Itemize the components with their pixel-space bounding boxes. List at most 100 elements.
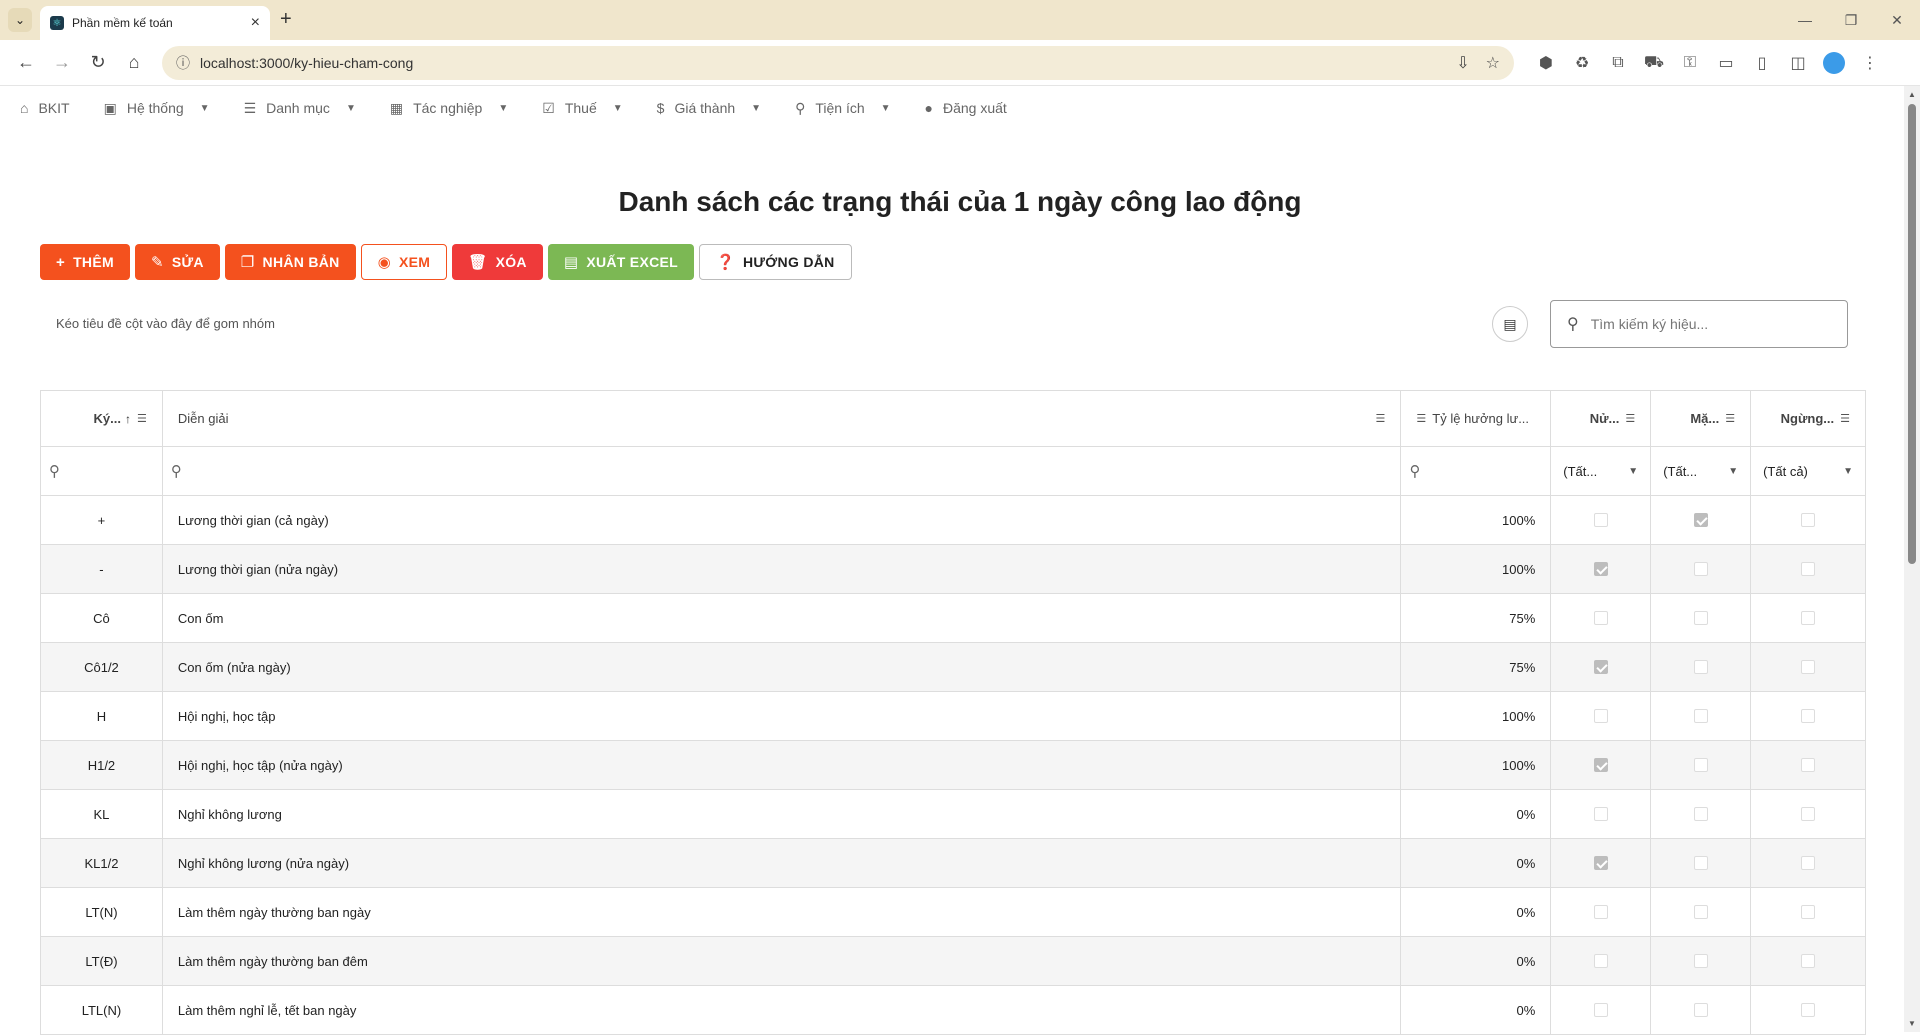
checkbox [1693, 905, 1708, 919]
table-row[interactable]: KL1/2 Nghỉ không lương (nửa ngày) 0% [41, 839, 1865, 888]
extension-icon[interactable]: ⬢ [1528, 52, 1564, 74]
browser-tab[interactable]: ⚛ Phần mềm kế toán × [40, 6, 270, 40]
delete-button[interactable]: 🗑 XÓA [452, 244, 543, 280]
table-row[interactable]: LT(Đ) Làm thêm ngày thường ban đêm 0% [41, 937, 1865, 986]
cell-half [1551, 888, 1652, 936]
table-row[interactable]: H Hội nghị, học tập 100% [41, 692, 1865, 741]
reload-icon[interactable]: ↻ [80, 45, 116, 81]
column-header-description[interactable]: Diễn giải ☰ [163, 391, 1402, 446]
puzzle-icon[interactable]: ⧉ [1600, 52, 1636, 74]
add-button[interactable]: + THÊM [40, 244, 130, 280]
table-row[interactable]: Cô1/2 Con ốm (nửa ngày) 75% [41, 643, 1865, 692]
more-menu-icon[interactable]: ⋮ [1852, 52, 1888, 74]
cell-symbol: KL [41, 790, 163, 838]
cell-symbol: LT(Đ) [41, 937, 163, 985]
column-header-symbol[interactable]: Ký... ↑ ☰ [41, 391, 163, 446]
checkbox [1693, 513, 1708, 527]
scroll-up-icon[interactable]: ▲ [1908, 90, 1916, 99]
guide-button[interactable]: ❓ HƯỚNG DẪN [699, 244, 852, 280]
reader-icon[interactable]: ▯ [1744, 52, 1780, 74]
table-row[interactable]: KL Nghỉ không lương 0% [41, 790, 1865, 839]
checkbox [1693, 758, 1708, 772]
edit-button[interactable]: ✎ SỬA [134, 244, 220, 280]
tab-search-button[interactable]: ⌄ [8, 8, 32, 32]
filter-cell-rate[interactable]: ⚲ [1401, 447, 1552, 495]
filter-select-default[interactable]: (Tất... ▼ [1651, 447, 1752, 495]
caret-down-icon: ▼ [751, 102, 762, 114]
scroll-down-icon[interactable]: ▼ [1908, 1019, 1916, 1028]
nav-item-dang-xuat[interactable]: ● Đăng xuất [925, 100, 1007, 116]
forward-icon[interactable]: → [44, 45, 80, 81]
nav-label: Danh mục [266, 100, 330, 116]
export-excel-button[interactable]: ▤ XUẤT EXCEL [547, 244, 694, 280]
file-excel-icon: ▤ [563, 254, 579, 271]
nav-item-he-thong[interactable]: ▣ Hệ thống ▼ [104, 100, 210, 117]
filter-icon[interactable]: ☰ [1376, 412, 1386, 425]
minimize-icon[interactable]: — [1782, 0, 1828, 40]
new-tab-button[interactable]: + [280, 8, 292, 31]
card-icon[interactable]: ▭ [1708, 52, 1744, 74]
filter-icon[interactable]: ☰ [1840, 412, 1850, 425]
page-title: Danh sách các trạng thái của 1 ngày công… [618, 186, 1302, 217]
scrollbar-thumb[interactable] [1908, 104, 1916, 564]
cell-description: Lương thời gian (nửa ngày) [163, 545, 1402, 593]
filter-select-inactive[interactable]: (Tất cả) ▼ [1751, 447, 1865, 495]
search-field[interactable]: ⚲ [1550, 300, 1848, 348]
home-browser-icon[interactable]: ⌂ [116, 45, 152, 81]
table-row[interactable]: LTL(N) Làm thêm nghỉ lễ, tết ban ngày 0% [41, 986, 1865, 1035]
filter-select-half[interactable]: (Tất... ▼ [1551, 447, 1652, 495]
duplicate-button[interactable]: ❐ NHÂN BẢN [224, 244, 356, 280]
trash-icon: 🗑 [468, 254, 488, 271]
cell-description: Nghỉ không lương [163, 790, 1402, 838]
table-row[interactable]: + Lương thời gian (cả ngày) 100% [41, 496, 1865, 545]
filter-icon[interactable]: ☰ [1625, 412, 1635, 425]
checkbox [1801, 954, 1816, 968]
search-input[interactable] [1590, 316, 1821, 332]
close-icon[interactable]: × [251, 14, 260, 32]
filter-cell-description[interactable]: ⚲ [163, 447, 1402, 495]
filter-icon[interactable]: ☰ [1416, 412, 1426, 425]
install-app-icon[interactable]: ⇩ [1456, 53, 1469, 73]
recycle-icon[interactable]: ♻ [1564, 52, 1600, 74]
nav-item-gia-thanh[interactable]: $ Giá thành ▼ [657, 100, 761, 116]
nav-item-tac-nghiep[interactable]: ▦ Tác nghiệp ▼ [390, 100, 508, 117]
checkbox [1801, 611, 1816, 625]
nav-item-bkit[interactable]: ⌂ BKIT [20, 100, 70, 116]
nav-item-thue[interactable]: ☑ Thuế ▼ [542, 100, 622, 117]
cell-rate: 75% [1401, 594, 1552, 642]
filter-cell-symbol[interactable]: ⚲ [41, 447, 163, 495]
app-nav: ⌂ BKIT ▣ Hệ thống ▼ ☰ Danh mục ▼ ▦ Tác n… [0, 86, 1920, 130]
car-icon[interactable]: ⛟ [1636, 52, 1672, 74]
filter-icon[interactable]: ☰ [137, 412, 147, 425]
filter-icon[interactable]: ☰ [1725, 412, 1735, 425]
view-button[interactable]: ◉ XEM [360, 244, 448, 280]
filter-value: (Tất cả) [1763, 463, 1808, 479]
key-icon[interactable]: ⚿ [1672, 52, 1708, 74]
back-icon[interactable]: ← [8, 45, 44, 81]
address-bar[interactable]: ⓘ localhost:3000/ky-hieu-cham-cong ⇩ ☆ [162, 45, 1514, 80]
grid-body: + Lương thời gian (cả ngày) 100% - Lương thờ… [41, 496, 1865, 1035]
table-row[interactable]: - Lương thời gian (nửa ngày) 100% [41, 545, 1865, 594]
profile-avatar[interactable] [1823, 51, 1845, 74]
column-chooser-button[interactable]: ▤ [1492, 306, 1528, 342]
page-scrollbar[interactable]: ▲ ▼ [1904, 86, 1920, 1032]
nav-label: Tiện ích [815, 100, 865, 116]
restore-icon[interactable]: ❐ [1828, 0, 1874, 40]
column-header-inactive[interactable]: Ngừng... ☰ [1751, 391, 1865, 446]
table-row[interactable]: Cô Con ốm 75% [41, 594, 1865, 643]
column-header-default[interactable]: Mặ... ☰ [1651, 391, 1752, 446]
cell-half [1551, 937, 1652, 985]
nav-item-danh-muc[interactable]: ☰ Danh mục ▼ [244, 100, 356, 117]
browser-tabstrip: ⌄ ⚛ Phần mềm kế toán × + — ❐ ✕ [0, 0, 1920, 40]
bookmark-star-icon[interactable]: ☆ [1486, 53, 1500, 73]
site-info-icon[interactable]: ⓘ [176, 53, 190, 73]
table-row[interactable]: H1/2 Hội nghị, học tập (nửa ngày) 100% [41, 741, 1865, 790]
nav-item-tien-ich[interactable]: ⚲ Tiện ích ▼ [795, 100, 890, 117]
sidepanel-icon[interactable]: ◫ [1780, 52, 1816, 74]
table-row[interactable]: LT(N) Làm thêm ngày thường ban ngày 0% [41, 888, 1865, 937]
column-header-half[interactable]: Nử... ☰ [1551, 391, 1652, 446]
cell-symbol: Cô [41, 594, 163, 642]
cell-default [1651, 790, 1752, 838]
column-header-rate[interactable]: ☰ Tỷ lệ hưởng lư... [1401, 391, 1552, 446]
window-close-icon[interactable]: ✕ [1874, 0, 1920, 40]
